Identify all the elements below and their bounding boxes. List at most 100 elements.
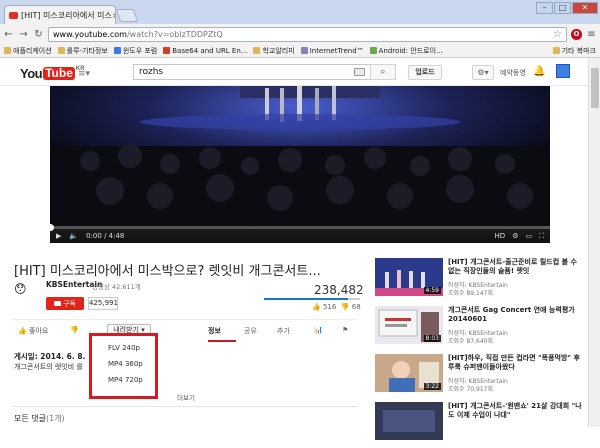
page-icon xyxy=(113,47,121,54)
folder-icon xyxy=(552,47,560,54)
channel-video-count: 동영상 42,611개 xyxy=(92,283,141,291)
video-thumbnail[interactable]: 3:22 xyxy=(375,354,443,392)
browser-tab[interactable]: [HIT] 미스코리아에서 미스 × xyxy=(4,5,116,25)
like-dislike-counts: 👍 516 👎 68 xyxy=(312,303,361,311)
download-option-flv-240p[interactable]: FLV 240p xyxy=(108,344,140,352)
related-video[interactable]: 4:59 [HIT] 개그콘서트-출근준비로 릴드컵 볼 수 없는 직장인들의 … xyxy=(375,258,585,304)
video-thumbnail[interactable]: 8:03 xyxy=(375,306,443,344)
tab-title: [HIT] 미스코리아에서 미스 xyxy=(21,11,112,20)
bookmarks-bar: 애플리케이션 롤루-기타정보 윈도우 포럼 Base64 and URL En.… xyxy=(0,44,600,58)
related-video[interactable]: 8:03 개그콘서트 Gag Concert 연애 능력평가 20140601 … xyxy=(375,306,585,352)
play-icon[interactable]: ▶ xyxy=(56,232,61,240)
search-button[interactable]: ⌕ xyxy=(370,64,396,80)
avatar[interactable] xyxy=(556,64,570,78)
thumbs-up-icon[interactable]: 👍 xyxy=(312,303,321,311)
upload-button[interactable]: 업로드 xyxy=(408,65,442,80)
time-display: 0:00 / 4:48 xyxy=(86,232,125,240)
download-option-mp4-360p[interactable]: MP4 360p xyxy=(108,360,143,368)
video-title: [HIT] 미스코리아에서 미스박으로? 렛잇비 개그콘서트... xyxy=(14,264,321,279)
navigation-bar: ← → ↻ www.youtube.com/watch?v=oblzTDDPZt… xyxy=(0,24,600,44)
bookmark-apps[interactable]: 애플리케이션 xyxy=(4,46,52,56)
download-dropdown: FLV 240p MP4 360p MP4 720p xyxy=(89,333,158,399)
volume-icon[interactable]: 🔈 xyxy=(69,232,78,240)
bookmark-windows-forum[interactable]: 윈도우 포럼 xyxy=(113,46,157,56)
window-controls: – □ ✕ xyxy=(536,2,598,14)
new-tab-button[interactable] xyxy=(115,9,139,22)
youtube-icon xyxy=(54,301,62,306)
url-host: www.youtube.com xyxy=(53,29,127,39)
settings-button[interactable]: ⚙▾ xyxy=(472,65,494,80)
youtube-header: You Tube KR ≡▾ rozhs ⌕ 업로드 ⚙▾ 예약동영 🔔 xyxy=(0,58,600,86)
player-controls: ▶ 🔈 0:00 / 4:48 HD ⚙ ▭ ⛶ xyxy=(50,224,550,243)
bookmark-internettrend[interactable]: InternetTrend™ xyxy=(300,47,364,55)
search-icon: ⌕ xyxy=(380,67,386,77)
thumbs-up-icon: 👍 xyxy=(18,327,27,335)
thumbs-down-icon[interactable]: 👎 xyxy=(341,303,350,311)
bookmark-other[interactable]: 기타 북마크 xyxy=(552,46,596,56)
bookmark-android[interactable]: Android: 안드로이... xyxy=(369,46,443,56)
page-icon xyxy=(163,47,171,54)
related-video[interactable]: 3:22 [HIT]하우, 직접 만든 컵라면 "폭풍먹방" 후루룩 슈퍼맨이돌… xyxy=(375,354,585,400)
tab-share[interactable]: 공유 xyxy=(244,326,257,336)
youtube-favicon-icon xyxy=(9,12,18,19)
theater-mode-icon[interactable]: ▭ xyxy=(525,232,532,241)
page-icon xyxy=(253,47,261,54)
subscribe-button[interactable]: 구독 xyxy=(46,297,84,310)
tab-close-icon[interactable]: × xyxy=(112,11,115,20)
action-bar: 👍 좋아요 👎 내려받기 ▾ 정보 공유 추가 📊 ⚑ xyxy=(12,319,358,342)
tab-about[interactable]: 정보 xyxy=(208,326,221,336)
youtube-logo[interactable]: You Tube KR xyxy=(20,66,85,81)
flag-icon[interactable]: ⚑ xyxy=(342,326,348,334)
folder-icon xyxy=(57,47,65,54)
gear-icon: ⚙▾ xyxy=(477,68,489,77)
video-thumbnail[interactable]: 4:59 xyxy=(375,258,443,296)
subscriptions-link[interactable]: 예약동영 xyxy=(500,68,526,78)
forward-arrow-icon[interactable]: → xyxy=(18,29,29,40)
active-tab-indicator xyxy=(208,340,236,342)
chrome-menu-icon[interactable]: ≡ xyxy=(586,29,597,40)
bookmark-star-icon[interactable]: ☆ xyxy=(553,29,562,40)
close-window-button[interactable]: ✕ xyxy=(572,2,598,14)
tab-add[interactable]: 추가 xyxy=(277,326,290,336)
download-option-mp4-720p[interactable]: MP4 720p xyxy=(108,376,143,384)
related-video[interactable]: [HIT] 개그콘서트-'원맨쇼' 21살 강대희 "나도 이제 수업이 나대" xyxy=(375,402,585,448)
url-path: /watch?v=oblzTDDPZtQ xyxy=(126,29,223,39)
video-thumbnail[interactable] xyxy=(375,402,443,440)
back-arrow-icon[interactable]: ← xyxy=(3,29,14,40)
scrollbar-thumb[interactable] xyxy=(591,68,599,108)
channel-avatar[interactable]: 😯 xyxy=(14,282,34,298)
video-frame xyxy=(50,86,550,229)
guide-menu-icon[interactable]: ≡▾ xyxy=(78,69,90,79)
bookmark-base64[interactable]: Base64 and URL En... xyxy=(163,47,247,55)
progress-bar[interactable] xyxy=(50,224,550,231)
divider xyxy=(12,406,358,407)
stats-icon[interactable]: 📊 xyxy=(314,326,323,334)
maximize-button[interactable]: □ xyxy=(554,2,571,14)
description-text: 개그콘서트의 렛잇비 를 xyxy=(14,363,83,371)
minimize-button[interactable]: – xyxy=(536,2,553,14)
bookmark-folder[interactable]: 롤루-기타정보 xyxy=(57,46,108,56)
subscriber-count: 425,991 xyxy=(88,297,118,310)
hd-badge: HD xyxy=(494,231,506,240)
comments-header: 모든 댓글(1개) xyxy=(14,414,65,423)
apps-icon xyxy=(4,47,11,54)
bookmark-school[interactable]: 학교알리미 xyxy=(253,46,295,56)
dislike-button[interactable]: 👎 xyxy=(70,326,79,334)
like-button[interactable]: 👍 좋아요 xyxy=(18,326,48,336)
gear-icon[interactable]: ⚙ xyxy=(512,232,518,241)
reload-icon[interactable]: ↻ xyxy=(33,29,44,40)
page-icon xyxy=(300,47,308,54)
like-ratio-bar xyxy=(264,298,360,300)
opera-extension-icon[interactable]: O xyxy=(571,28,582,40)
publish-date: 게시일: 2014. 6. 8. xyxy=(14,352,86,361)
view-count: 238,482 xyxy=(314,283,364,297)
thumbs-down-icon: 👎 xyxy=(70,326,79,334)
page-scrollbar[interactable] xyxy=(588,58,600,427)
bell-icon[interactable]: 🔔 xyxy=(533,66,545,77)
progress-knob[interactable] xyxy=(50,224,54,231)
address-bar[interactable]: www.youtube.com/watch?v=oblzTDDPZtQ ☆ xyxy=(48,26,567,42)
show-more-button[interactable]: 더보기 xyxy=(177,392,195,402)
fullscreen-icon[interactable]: ⛶ xyxy=(539,232,544,241)
keyboard-icon[interactable] xyxy=(354,68,365,76)
video-player[interactable]: ▶ 🔈 0:00 / 4:48 HD ⚙ ▭ ⛶ xyxy=(50,86,550,243)
